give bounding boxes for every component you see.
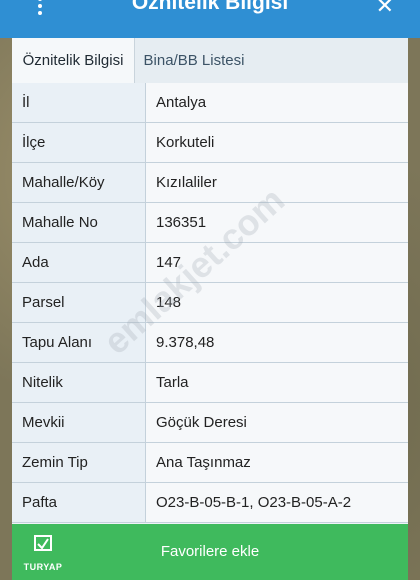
table-row: Mahalle No 136351 <box>12 203 408 243</box>
row-value: Korkuteli <box>146 123 408 162</box>
table-row: Mevkii Göçük Deresi <box>12 403 408 443</box>
logo-mark-icon <box>34 535 52 551</box>
attribute-table: İl Antalya İlçe Korkuteli Mahalle/Köy Kı… <box>12 83 408 523</box>
table-row: Zemin Tip Ana Taşınmaz <box>12 443 408 483</box>
row-label: Zemin Tip <box>12 443 146 482</box>
tab-bar: Öznitelik Bilgisi Bina/BB Listesi <box>12 38 408 84</box>
close-icon[interactable]: ✕ <box>376 0 394 19</box>
table-row: Pafta O23-B-05-B-1, O23-B-05-A-2 <box>12 483 408 523</box>
table-row: Parsel 148 <box>12 283 408 323</box>
row-value: 9.378,48 <box>146 323 408 362</box>
table-row: İlçe Korkuteli <box>12 123 408 163</box>
table-row: Mahalle/Köy Kızılaliler <box>12 163 408 203</box>
row-label: Nitelik <box>12 363 146 402</box>
row-value: 148 <box>146 283 408 322</box>
dialog-header: Öznitelik Bilgisi ✕ <box>0 0 420 38</box>
table-row: İl Antalya <box>12 83 408 123</box>
row-label: Tapu Alanı <box>12 323 146 362</box>
attribute-panel: Öznitelik Bilgisi Bina/BB Listesi İl Ant… <box>12 38 408 580</box>
row-value: Ana Taşınmaz <box>146 443 408 482</box>
row-label: Mahalle/Köy <box>12 163 146 202</box>
logo-text: TURYAP <box>23 562 63 572</box>
table-row: Nitelik Tarla <box>12 363 408 403</box>
row-label: İl <box>12 83 146 122</box>
row-value: O23-B-05-B-1, O23-B-05-A-2 <box>146 483 408 522</box>
dialog-title: Öznitelik Bilgisi <box>131 0 289 14</box>
table-row: Ada 147 <box>12 243 408 283</box>
row-label: Pafta <box>12 483 146 522</box>
row-label: Mahalle No <box>12 203 146 242</box>
row-value: Antalya <box>146 83 408 122</box>
row-label: Mevkii <box>12 403 146 442</box>
row-value: Göçük Deresi <box>146 403 408 442</box>
table-row: Tapu Alanı 9.378,48 <box>12 323 408 363</box>
tab-building-list[interactable]: Bina/BB Listesi <box>134 38 254 83</box>
turyap-logo: TURYAP <box>12 534 74 574</box>
row-value: 136351 <box>146 203 408 242</box>
row-value: Tarla <box>146 363 408 402</box>
tab-attribute-info[interactable]: Öznitelik Bilgisi <box>12 38 135 83</box>
row-value: Kızılaliler <box>146 163 408 202</box>
row-label: Ada <box>12 243 146 282</box>
row-value: 147 <box>146 243 408 282</box>
row-label: Parsel <box>12 283 146 322</box>
row-label: İlçe <box>12 123 146 162</box>
